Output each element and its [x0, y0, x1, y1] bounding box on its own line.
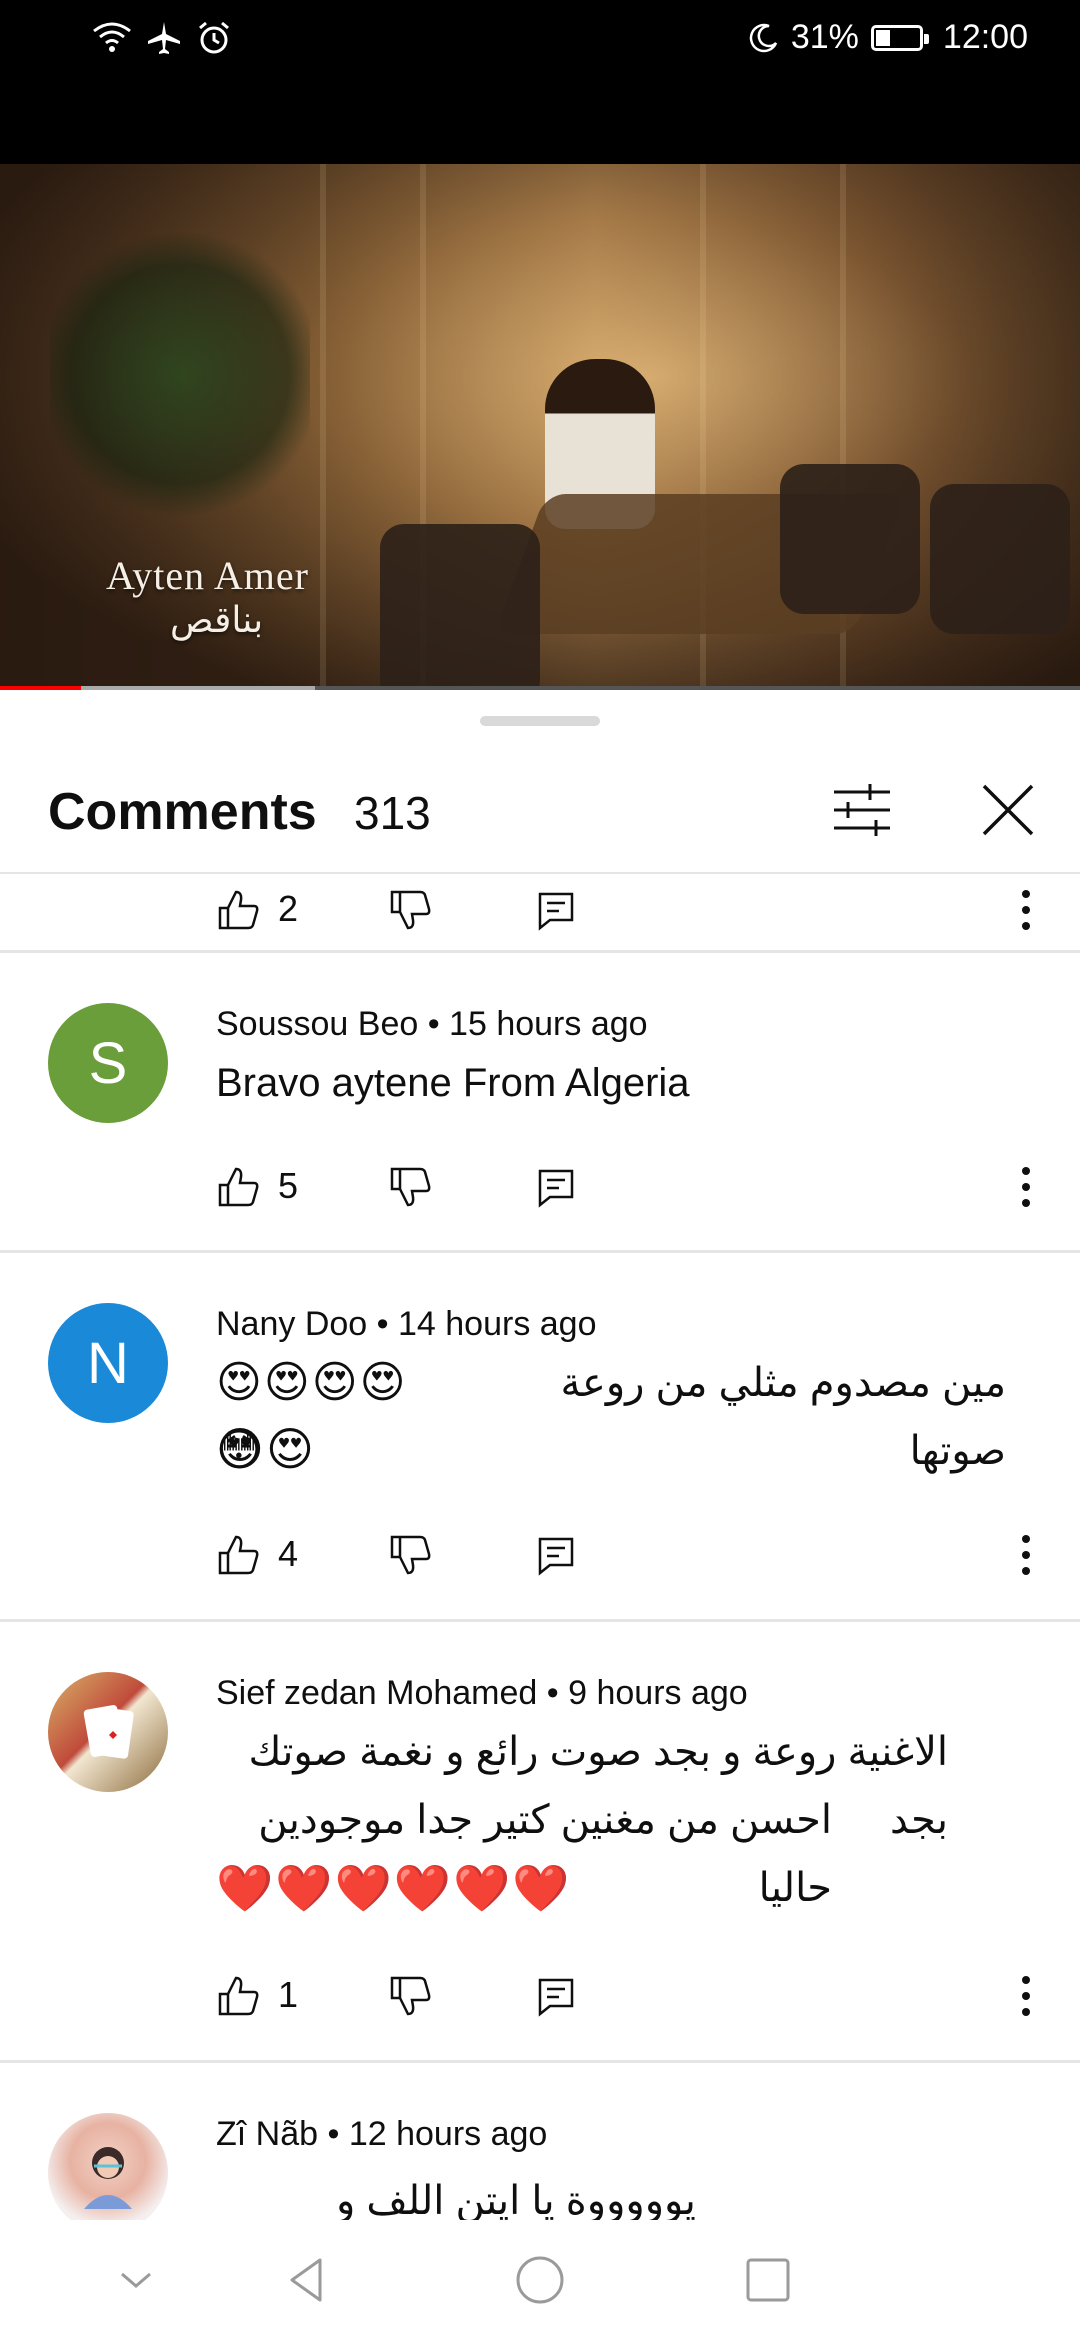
comment-text: يوووووة يا ايتن اللف و يوووووك [336, 2179, 696, 2220]
comments-list: 2 S Soussou Beo • 15 hours ago Bravo ayt [0, 874, 1080, 2220]
chair [380, 524, 540, 690]
avatar[interactable] [48, 1672, 168, 1792]
drag-handle[interactable] [480, 716, 600, 726]
comment-emojis: 😍😍 [216, 1423, 316, 1475]
close-icon[interactable] [976, 778, 1040, 842]
chair [780, 464, 920, 614]
comment-text: Bravo aytene From Algeria [216, 1061, 690, 1105]
video-player[interactable]: Ayten Amer بناقص [0, 84, 1080, 690]
comment-author[interactable]: Nany Doo [216, 1305, 367, 1343]
like-count: 4 [278, 1533, 299, 1574]
comments-header: Comments 313 [0, 752, 1080, 872]
like-count: 5 [278, 1165, 299, 1206]
dislike-icon[interactable] [388, 880, 432, 940]
back-icon[interactable] [276, 2248, 340, 2312]
comment-time: • 15 hours ago [418, 1005, 648, 1043]
video-frame: Ayten Amer بناقص [0, 164, 1080, 690]
comment-meta: Nany Doo • 14 hours ago [216, 1305, 597, 1344]
comment-author[interactable]: Soussou Beo [216, 1005, 418, 1043]
home-icon[interactable] [508, 2248, 572, 2312]
dislike-icon[interactable] [388, 1157, 432, 1217]
alarm-icon [199, 21, 229, 54]
like-icon[interactable] [216, 1525, 260, 1585]
chair [930, 484, 1070, 634]
comment-actions: 4 [216, 1525, 1056, 1585]
more-options-icon[interactable] [1006, 880, 1046, 940]
comment-author[interactable]: Zî Nãb [216, 2115, 318, 2153]
more-options-icon[interactable] [1006, 1525, 1046, 1585]
comment-text-line: يوووووة يا ايتن اللف و يوووووك [216, 2167, 836, 2220]
comment-time: • 14 hours ago [367, 1305, 597, 1343]
battery-percent: 31% [790, 18, 859, 56]
system-navigation-bar [0, 2220, 1080, 2340]
reply-icon[interactable] [536, 880, 576, 940]
comment-text: مين مصدوم مثلي من روعة صوتها [560, 1361, 1007, 1473]
more-options-icon[interactable] [1006, 1157, 1046, 1217]
comment-meta: Soussou Beo • 15 hours ago [216, 1005, 648, 1044]
like-count: 1 [278, 1974, 299, 2015]
recents-icon[interactable] [736, 2248, 800, 2312]
profile-photo-icon [84, 2147, 132, 2209]
filter-icon[interactable] [830, 778, 894, 842]
video-overlay-artist: Ayten Amer [106, 553, 309, 598]
clock: 12:00 [942, 18, 1028, 56]
collapse-chevron-icon[interactable] [104, 2248, 168, 2312]
airplane-icon [148, 22, 180, 54]
status-icons-left [92, 20, 232, 56]
comment-item: 2 [0, 874, 1080, 950]
comment-item: S Soussou Beo • 15 hours ago Bravo ayten… [0, 953, 1080, 1250]
comment-actions: 1 [216, 1966, 1056, 2026]
progress-played [0, 686, 81, 690]
moon-icon [749, 23, 777, 52]
dislike-icon[interactable] [388, 1525, 432, 1585]
like-count: 2 [278, 888, 299, 929]
reply-icon[interactable] [536, 1966, 576, 2026]
video-progress-bar[interactable] [0, 686, 1080, 690]
comment-actions: 2 [216, 880, 1056, 940]
comment-meta: Sief zedan Mohamed • 9 hours ago [216, 1674, 748, 1713]
comments-title: Comments [48, 783, 317, 841]
comments-count: 313 [354, 787, 431, 839]
wifi-icon [93, 22, 131, 52]
more-options-icon[interactable] [1006, 1966, 1046, 2026]
comments-sheet: Comments 313 2 S Soussou Beo • 15 hours … [0, 692, 1080, 2220]
comment-meta: Zî Nãb • 12 hours ago [216, 2115, 547, 2154]
avatar[interactable] [48, 2113, 168, 2220]
like-icon[interactable] [216, 880, 260, 940]
plant-decor [50, 224, 310, 524]
comment-item: Sief zedan Mohamed • 9 hours ago الاغنية… [0, 1622, 1080, 2060]
comment-time: • 9 hours ago [537, 1674, 748, 1712]
comment-item: Zî Nãb • 12 hours ago يوووووة يا ايتن ال… [0, 2063, 1080, 2220]
like-icon[interactable] [216, 1966, 260, 2026]
comment-item: N Nany Doo • 14 hours ago 😍😍😍😍😳 مين مصدو… [0, 1253, 1080, 1619]
comment-author[interactable]: Sief zedan Mohamed [216, 1674, 537, 1712]
battery-icon [870, 24, 929, 51]
video-overlay-song: بناقص [170, 600, 264, 641]
reply-icon[interactable] [536, 1157, 576, 1217]
comment-emojis: ❤️❤️❤️❤️❤️❤️ [216, 1862, 572, 1914]
comment-actions: 5 [216, 1157, 1056, 1217]
avatar[interactable]: N [48, 1303, 168, 1423]
comment-time: • 12 hours ago [318, 2115, 548, 2153]
status-icons-right: 31% 12:00 [749, 18, 1028, 57]
like-icon[interactable] [216, 1157, 260, 1217]
reply-icon[interactable] [536, 1525, 576, 1585]
comment-text-line: 😍😍😍😍😳 مين مصدوم مثلي من روعة صوتها [216, 1349, 1006, 1485]
dislike-icon[interactable] [388, 1966, 432, 2026]
avatar[interactable]: S [48, 1003, 168, 1123]
playing-cards-icon [83, 1705, 134, 1759]
status-bar: 31% 12:00 [0, 0, 1080, 84]
